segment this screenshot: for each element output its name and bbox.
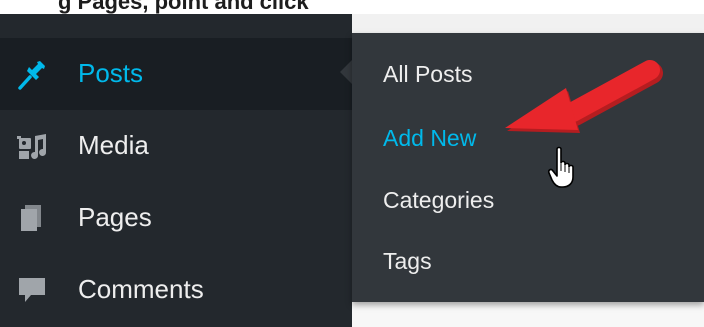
sidebar-item-label: Comments <box>78 274 204 304</box>
sidebar-item-label: Media <box>78 130 149 160</box>
sidebar-item-media[interactable]: Media <box>0 110 352 182</box>
pushpin-icon <box>18 61 45 90</box>
caption-strip: g Pages, point and click <box>0 0 704 14</box>
flyout-pointer <box>340 60 352 84</box>
media-icon <box>17 134 47 159</box>
admin-sidebar: Posts Media Pages Comments <box>0 14 352 327</box>
sidebar-item-label: Pages <box>78 202 152 232</box>
posts-submenu: All Posts Add New Categories Tags <box>352 33 704 302</box>
submenu-item-tags[interactable]: Tags <box>383 248 432 275</box>
sidebar-item-posts[interactable]: Posts <box>0 38 352 110</box>
sidebar-item-comments[interactable]: Comments <box>0 254 352 326</box>
pages-icon <box>21 205 41 231</box>
comment-icon <box>19 278 45 302</box>
screenshot-canvas: g Pages, point and click Posts Media Pag… <box>0 0 704 327</box>
sidebar-item-pages[interactable]: Pages <box>0 182 352 254</box>
caption-fragment: g Pages, point and click <box>58 0 309 14</box>
sidebar-item-label: Posts <box>78 58 144 88</box>
content-area-bottom <box>352 302 704 327</box>
submenu-item-add-new[interactable]: Add New <box>383 125 476 152</box>
submenu-item-all-posts[interactable]: All Posts <box>383 61 472 88</box>
submenu-item-categories[interactable]: Categories <box>383 187 494 214</box>
